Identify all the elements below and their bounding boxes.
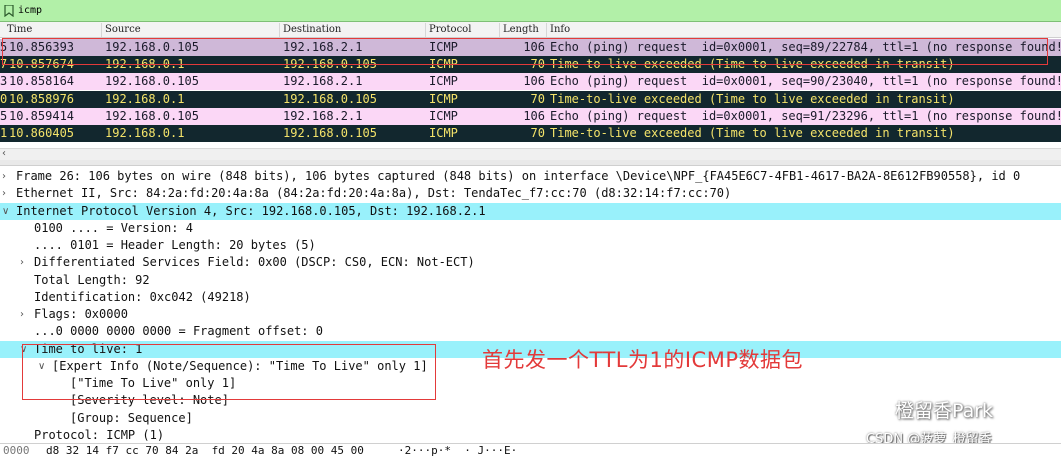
packet-cell-no: 5 [0, 108, 8, 123]
detail-text: Flags: 0x0000 [34, 307, 128, 321]
detail-line[interactable]: ∨ Internet Protocol Version 4, Src: 192.1… [0, 202, 1061, 220]
packet-cell-time: 10.858164 [9, 74, 75, 89]
detail-line[interactable]: .... 0101 = Header Length: 20 bytes (5) [0, 237, 1061, 254]
detail-text: Identification: 0xc042 (49218) [34, 289, 251, 304]
packet-list-header: Time Source Destination Protocol Length … [0, 22, 1061, 38]
packet-cell-source: 192.168.0.105 [105, 108, 199, 123]
packet-cell-info: Time-to-live exceeded (Time to live exce… [550, 126, 955, 140]
watermark-name: 橙留香Park [895, 400, 994, 422]
collapsed-chevron-icon[interactable]: › [2, 168, 6, 185]
annotation-box [22, 344, 436, 400]
bytes-hex[interactable]: d8 32 14 f7 cc 70 84 2a fd 20 4a 8a 08 0… [46, 444, 364, 457]
column-header-time[interactable]: Time [4, 23, 32, 37]
detail-text: [Group: Sequence] [70, 410, 193, 425]
column-header-protocol[interactable]: Protocol [425, 23, 471, 37]
packet-cell-destination: 192.168.0.105 [283, 126, 377, 140]
packet-cell-length: 70 [530, 126, 545, 140]
packet-row[interactable]: 3 10.858164 192.168.0.105 192.168.2.1 ICMP 10… [0, 73, 1061, 91]
detail-line[interactable]: Identification: 0xc042 (49218) [0, 289, 1061, 306]
detail-line[interactable]: › Frame 26: 106 bytes on wire (848 bits),… [0, 168, 1061, 185]
bytes-ascii[interactable]: ·2···p·* · J···E· [398, 444, 517, 457]
packet-cell-no: 0 [0, 91, 8, 106]
detail-text: .... 0101 = Header Length: 20 bytes (5) [34, 238, 316, 252]
packet-cell-destination: 192.168.2.1 [283, 108, 363, 123]
packet-row[interactable]: 0 10.858976 192.168.0.1 192.168.0.105 ICMP 70… [0, 90, 1061, 108]
detail-line[interactable]: ...0 0000 0000 0000 = Fragment offset: 0 [0, 323, 1061, 340]
detail-line[interactable]: › Ethernet II, Src: 84:2a:fd:20:4a:8a (84… [0, 185, 1061, 202]
detail-line[interactable]: › Differentiated Services Field: 0x00 (DS… [0, 254, 1061, 271]
packet-cell-info: Echo (ping) request id=0x0001, seq=90/23… [550, 74, 1061, 89]
column-header-length[interactable]: Length [499, 23, 539, 37]
bookmark-icon[interactable] [2, 4, 16, 18]
column-header-info[interactable]: Info [546, 23, 570, 37]
collapsed-chevron-icon[interactable]: › [2, 185, 6, 202]
packet-cell-protocol: ICMP [429, 126, 458, 140]
column-header-destination[interactable]: Destination [279, 23, 341, 37]
scroll-left-icon[interactable]: ‹ [2, 148, 6, 159]
detail-text: Total Length: 92 [34, 272, 150, 287]
bytes-offset: 0000 [3, 444, 30, 457]
packet-cell-length: 70 [530, 91, 545, 106]
detail-line[interactable]: 0100 .... = Version: 4 [0, 220, 1061, 237]
packet-cell-info: Echo (ping) request id=0x0001, seq=91/23… [550, 108, 1061, 123]
packet-cell-destination: 192.168.0.105 [283, 91, 377, 106]
packet-cell-time: 10.860405 [9, 126, 75, 140]
packet-cell-destination: 192.168.2.1 [283, 74, 363, 89]
packet-cell-protocol: ICMP [429, 108, 458, 123]
packet-cell-source: 192.168.0.1 [105, 126, 185, 140]
horizontal-scrollbar[interactable]: ‹ [0, 148, 1061, 160]
packet-cell-protocol: ICMP [429, 91, 458, 106]
detail-text: Protocol: ICMP (1) [34, 427, 165, 442]
detail-text: Frame 26: 106 bytes on wire (848 bits), … [16, 169, 1021, 183]
highlight-box [2, 38, 1048, 65]
detail-line[interactable]: › Flags: 0x0000 [0, 306, 1061, 323]
packet-cell-length: 106 [523, 108, 545, 123]
packet-cell-info: Time-to-live exceeded (Time to live exce… [550, 91, 955, 106]
detail-text: ...0 0000 0000 0000 = Fragment offset: 0 [34, 324, 323, 339]
packet-bytes-pane: 0000 d8 32 14 f7 cc 70 84 2a fd 20 4a 8a… [0, 443, 1061, 457]
packet-cell-protocol: ICMP [429, 74, 458, 89]
detail-text: 0100 .... = Version: 4 [34, 220, 193, 235]
collapsed-chevron-icon[interactable]: › [20, 254, 24, 271]
packet-cell-no: 1 [0, 126, 8, 140]
pane-divider[interactable] [0, 160, 1061, 166]
packet-row[interactable]: 1 10.860405 192.168.0.1 192.168.0.105 ICMP 70… [0, 125, 1061, 142]
detail-line[interactable]: Total Length: 92 [0, 272, 1061, 289]
collapsed-chevron-icon[interactable]: › [20, 306, 24, 323]
packet-row[interactable]: 5 10.859414 192.168.0.105 192.168.2.1 ICMP 10… [0, 107, 1061, 125]
packet-cell-no: 3 [0, 74, 8, 89]
packet-cell-time: 10.858976 [9, 91, 75, 106]
detail-text: Internet Protocol Version 4, Src: 192.16… [16, 203, 486, 218]
packet-cell-length: 106 [523, 74, 545, 89]
detail-text: Ethernet II, Src: 84:2a:fd:20:4a:8a (84:… [16, 186, 732, 201]
column-header-source[interactable]: Source [101, 23, 141, 37]
packet-cell-source: 192.168.0.105 [105, 74, 199, 89]
filter-input[interactable]: icmp [18, 3, 42, 19]
packet-cell-time: 10.859414 [9, 108, 75, 123]
detail-text: Differentiated Services Field: 0x00 (DSC… [34, 255, 475, 270]
packet-cell-source: 192.168.0.1 [105, 91, 185, 106]
expanded-chevron-icon[interactable]: ∨ [2, 203, 9, 220]
display-filter-bar[interactable]: icmp [0, 0, 1061, 22]
wechat-logo-icon [850, 397, 888, 420]
annotation-text: 首先发一个TTL为1的ICMP数据包 [482, 348, 803, 372]
